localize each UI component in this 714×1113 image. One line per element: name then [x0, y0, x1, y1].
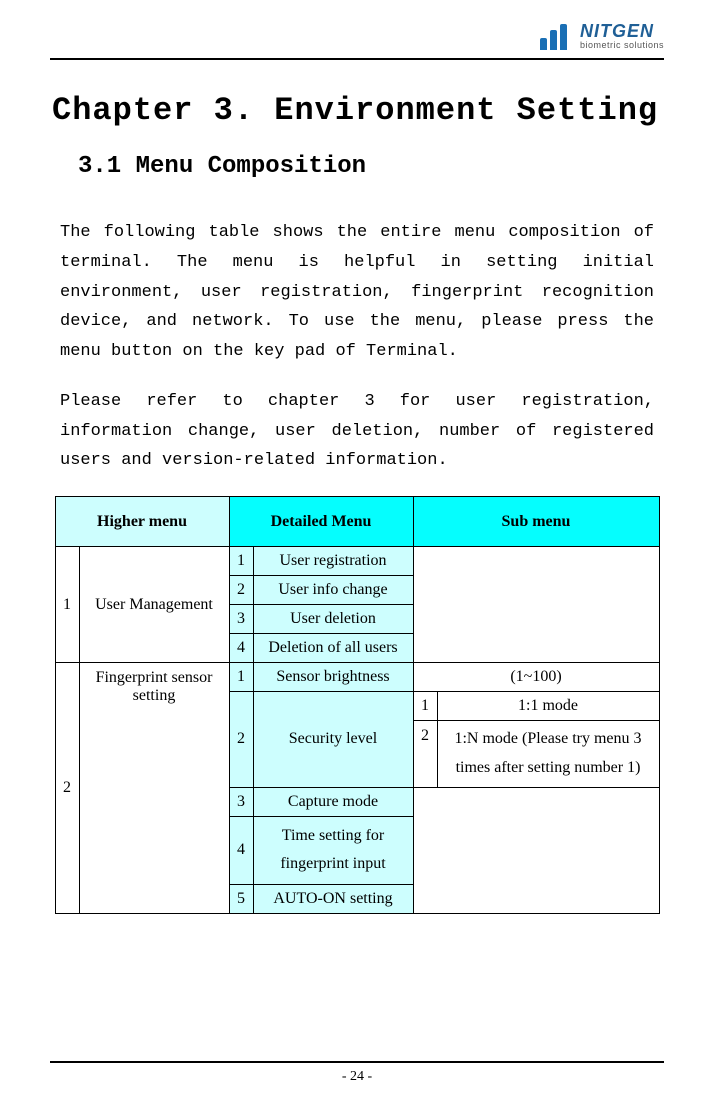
- page-footer: - 24 -: [0, 1061, 714, 1085]
- sub-text: 1:N mode (Please try menu 3 times after …: [437, 721, 659, 788]
- sub-empty: [413, 547, 659, 663]
- detail-name: User info change: [253, 576, 413, 605]
- detail-name: Capture mode: [253, 787, 413, 816]
- table-header-row: Higher menu Detailed Menu Sub menu: [55, 497, 659, 547]
- menu-composition-table: Higher menu Detailed Menu Sub menu 1 Use…: [55, 496, 660, 914]
- logo-bars-icon: [540, 24, 574, 50]
- higher-num: 1: [55, 547, 79, 663]
- detail-name: User deletion: [253, 605, 413, 634]
- logo-brand: NITGEN: [580, 22, 664, 40]
- section-title: 3.1 Menu Composition: [78, 153, 664, 180]
- detail-name: Deletion of all users: [253, 634, 413, 663]
- th-higher-menu: Higher menu: [55, 497, 229, 547]
- table-row: 1 User Management 1 User registration: [55, 547, 659, 576]
- higher-num: 2: [55, 663, 79, 914]
- th-sub-menu: Sub menu: [413, 497, 659, 547]
- logo-tagline: biometric solutions: [580, 41, 664, 50]
- detail-num: 1: [229, 547, 253, 576]
- sub-text: 1:1 mode: [437, 692, 659, 721]
- header-logo-row: NITGEN biometric solutions: [50, 22, 664, 50]
- detail-num: 3: [229, 787, 253, 816]
- sub-text: (1~100): [413, 663, 659, 692]
- detail-name: Time setting for fingerprint input: [253, 816, 413, 885]
- detail-num: 4: [229, 634, 253, 663]
- detail-name: Security level: [253, 692, 413, 788]
- chapter-title: Chapter 3. Environment Setting: [52, 92, 664, 129]
- higher-name: User Management: [79, 547, 229, 663]
- detail-num: 4: [229, 816, 253, 885]
- detail-num: 2: [229, 576, 253, 605]
- sub-empty: [413, 787, 659, 914]
- detail-num: 3: [229, 605, 253, 634]
- detail-name: AUTO-ON setting: [253, 885, 413, 914]
- detail-num: 5: [229, 885, 253, 914]
- detail-num: 2: [229, 692, 253, 788]
- header-divider: [50, 58, 664, 60]
- logo: NITGEN biometric solutions: [540, 22, 664, 50]
- table-row: 2 Fingerprint sensor setting 1 Sensor br…: [55, 663, 659, 692]
- intro-paragraph-2: Please refer to chapter 3 for user regis…: [60, 387, 654, 476]
- page-number: - 24 -: [0, 1069, 714, 1085]
- th-detailed-menu: Detailed Menu: [229, 497, 413, 547]
- footer-divider: [50, 1061, 664, 1063]
- detail-num: 1: [229, 663, 253, 692]
- intro-paragraph-1: The following table shows the entire men…: [60, 218, 654, 367]
- detail-name: User registration: [253, 547, 413, 576]
- higher-name: Fingerprint sensor setting: [79, 663, 229, 914]
- sub-num: 1: [413, 692, 437, 721]
- detail-name: Sensor brightness: [253, 663, 413, 692]
- sub-num: 2: [413, 721, 437, 788]
